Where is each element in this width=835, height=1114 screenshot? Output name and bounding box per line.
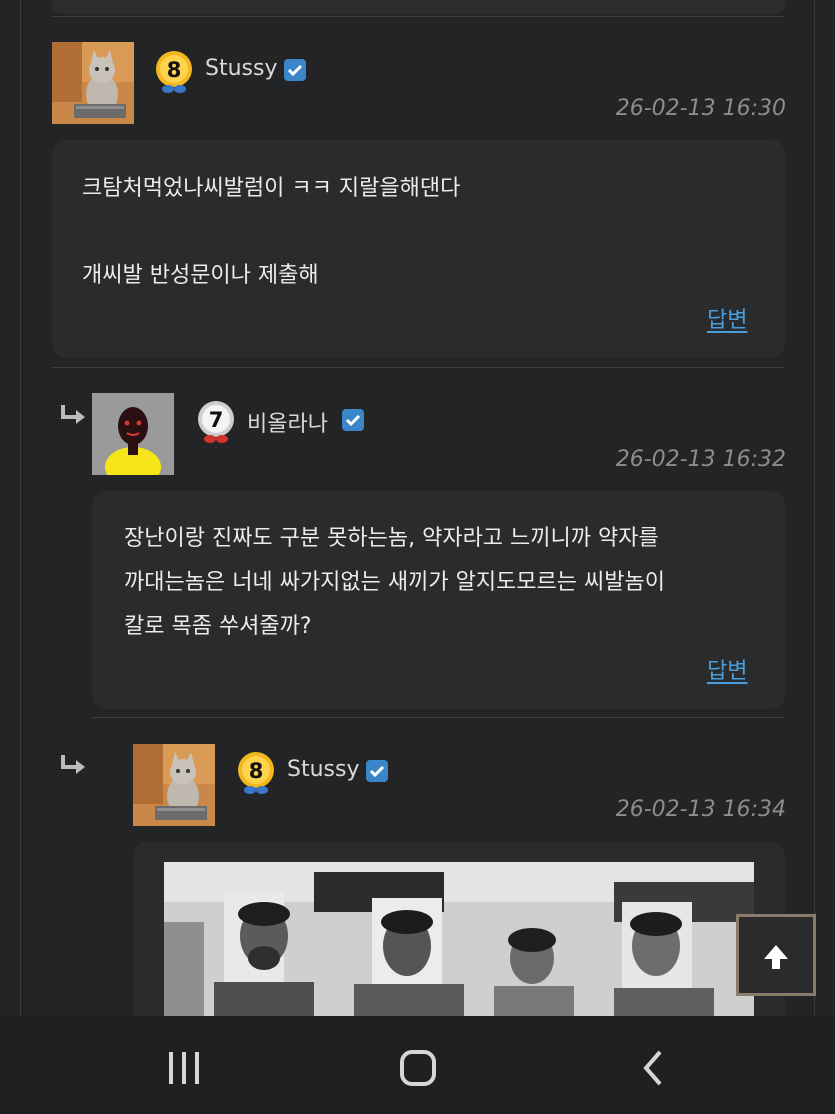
scroll-to-top-button[interactable] — [736, 914, 816, 996]
author-name[interactable]: 비올라나 — [247, 406, 328, 438]
home-icon — [400, 1050, 436, 1086]
comment-bubble: 크탐처먹었나씨발럼이 ㅋㅋ 지랄을해댄다 개씨발 반성문이나 제출해 답변 — [52, 140, 785, 358]
comment-line: 까대는놈은 너네 싸가지없는 새끼가 알지도모르는 씨발놈이 — [124, 570, 665, 595]
divider — [52, 16, 785, 17]
back-button[interactable] — [636, 1048, 670, 1088]
back-icon — [643, 1050, 662, 1086]
avatar-cat[interactable] — [52, 42, 134, 124]
comment-line: 개씨발 반성문이나 제출해 — [82, 263, 319, 288]
avatar-figure[interactable] — [92, 393, 174, 475]
check-badge-icon — [342, 409, 364, 431]
svg-text:8: 8 — [249, 759, 264, 783]
home-button[interactable] — [398, 1048, 438, 1088]
arrow-up-icon — [764, 945, 788, 969]
svg-text:7: 7 — [209, 408, 224, 432]
comment-bubble: 장난이랑 진짜도 구분 못하는놈, 약자라고 느끼니까 약자를 까대는놈은 너네… — [92, 491, 785, 709]
left-rail — [20, 0, 21, 1016]
recent-apps-button[interactable] — [166, 1050, 202, 1086]
comment-timestamp: 26-02-13 16:32 — [615, 447, 786, 472]
reply-arrow-icon — [60, 753, 88, 779]
comment-page: 8 Stussy 26-02-13 16:30 크탐처먹었나씨발럼이 ㅋㅋ 지랄… — [0, 0, 835, 1016]
divider — [92, 717, 785, 718]
level-badge-8: 8 — [155, 50, 193, 96]
level-badge-7: 7 — [197, 400, 235, 446]
reply-link[interactable]: 답변 — [707, 302, 747, 334]
comment-timestamp: 26-02-13 16:34 — [615, 797, 786, 822]
attached-photo[interactable] — [164, 862, 754, 1016]
comment-line: 장난이랑 진짜도 구분 못하는놈, 약자라고 느끼니까 약자를 — [124, 526, 659, 551]
system-nav-bar — [0, 1016, 835, 1114]
svg-text:8: 8 — [167, 58, 182, 82]
previous-comment-card — [52, 0, 785, 14]
reply-link[interactable]: 답변 — [707, 653, 747, 685]
level-badge-8: 8 — [237, 751, 275, 797]
comment-line: 크탐처먹었나씨발럼이 ㅋㅋ 지랄을해댄다 — [82, 176, 461, 201]
check-badge-icon — [366, 760, 388, 782]
author-name[interactable]: Stussy — [287, 757, 359, 782]
avatar-cat[interactable] — [133, 744, 215, 826]
recent-apps-icon — [169, 1052, 199, 1084]
reply-arrow-icon — [60, 403, 88, 429]
comment-timestamp: 26-02-13 16:30 — [615, 96, 786, 121]
comment-line: 칼로 목좀 쑤셔줄까? — [124, 614, 312, 639]
right-rail — [814, 0, 815, 1016]
author-name[interactable]: Stussy — [205, 56, 277, 81]
check-badge-icon — [284, 59, 306, 81]
divider — [52, 367, 785, 368]
